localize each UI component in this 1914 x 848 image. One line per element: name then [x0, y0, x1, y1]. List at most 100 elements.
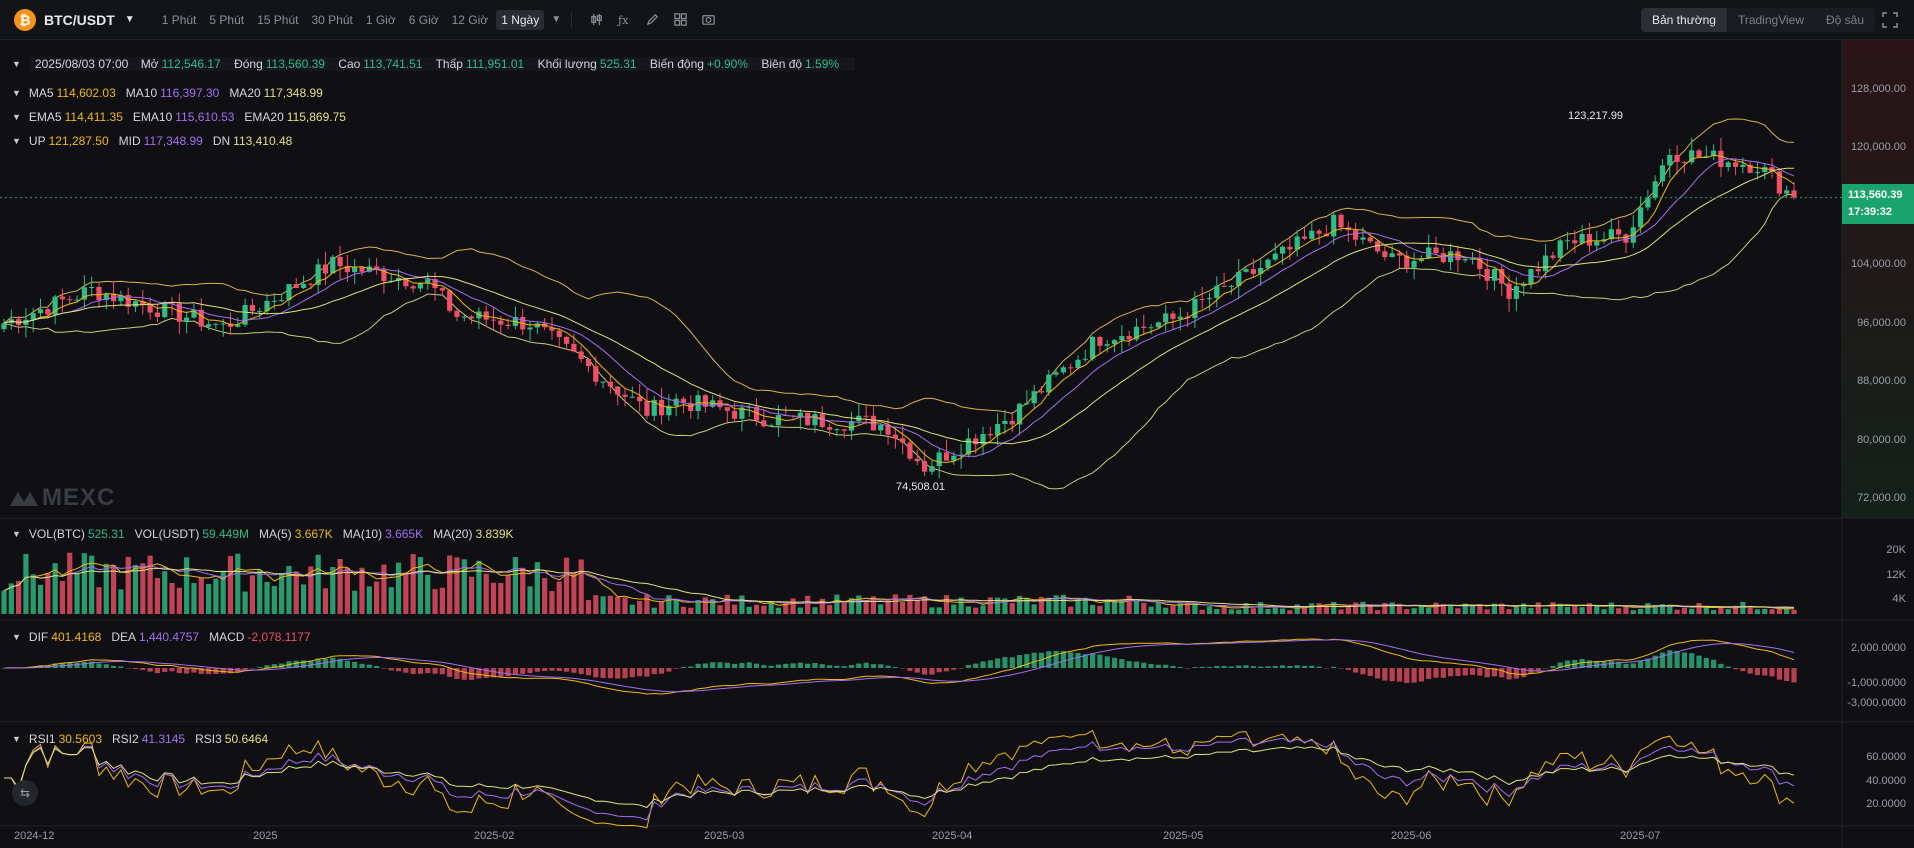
candle-body [673, 398, 679, 406]
macd-histogram-bar [1448, 668, 1454, 677]
volume-bar [1272, 607, 1278, 614]
volume-bar [826, 605, 833, 614]
volume-bar [59, 581, 66, 614]
price-tick: 72,000.00 [1857, 492, 1906, 504]
candle-body [1572, 240, 1578, 244]
rsi2-label: RSI2 [112, 732, 139, 746]
macd-histogram-bar [1024, 654, 1030, 668]
candle-body [921, 461, 928, 472]
volume-bar [352, 590, 358, 614]
indicator-settings-icon[interactable]: ⇆ [12, 780, 38, 806]
candle-body [483, 311, 489, 320]
candle-body [607, 381, 614, 387]
macd-histogram-bar [958, 668, 964, 669]
volume-bar [1703, 607, 1709, 614]
volume-bar [1353, 602, 1359, 614]
macd-histogram-bar [732, 663, 738, 668]
macd-histogram-bar [162, 668, 168, 672]
macd-histogram-bar [1221, 665, 1227, 668]
macd-histogram-bar [1703, 658, 1709, 668]
volume-bar [490, 582, 497, 614]
candlestick-chart[interactable] [0, 0, 1914, 848]
ema5-label: EMA5 [28, 110, 62, 124]
candle-body [1762, 167, 1768, 173]
macd-histogram-bar [995, 658, 1001, 668]
volume-bar [205, 584, 212, 614]
volume-bar [878, 604, 884, 614]
candle-body [615, 386, 621, 395]
volume-bar [863, 600, 869, 614]
macd-histogram-bar [542, 668, 548, 671]
volume-tick: 12K [1886, 569, 1906, 581]
ema-legend[interactable]: ▼ EMA5 114,411.35 EMA10 115,610.53 EMA20 11… [12, 107, 356, 127]
macd-histogram-bar [951, 668, 957, 670]
candle-body [308, 283, 314, 285]
volume-bar [1769, 609, 1775, 614]
volume-bar [812, 607, 818, 614]
ma-legend[interactable]: ▼ MA5 114,602.03 MA10 116,397.30 MA20 117,3… [12, 83, 333, 103]
vol-ma5-label: MA(5) [259, 527, 292, 541]
volume-bar [81, 553, 87, 614]
boll-legend[interactable]: ▼ UP 121,287.50 MID 117,348.99 DN 113,410.4… [12, 131, 302, 151]
macd-tick: 2,000.0000 [1850, 642, 1906, 654]
macd-histogram-bar [439, 668, 445, 675]
volume-bar [359, 567, 365, 614]
amplitude-value: 1.59% [805, 57, 840, 71]
volume-bar [45, 573, 51, 614]
macd-histogram-bar [1681, 652, 1688, 668]
macd-legend[interactable]: ▼ DIF 401.4168 DEA 1,440.4757 MACD -2,078.1… [12, 627, 321, 647]
candle-body [59, 296, 66, 300]
vol-usdt-label: VOL(USDT) [134, 527, 200, 541]
vol-ma20-label: MA(20) [433, 527, 473, 541]
rsi1-value: 30.5603 [58, 732, 102, 746]
volume-bar [1542, 608, 1549, 614]
volume-bar [607, 595, 614, 614]
candle-body [1484, 269, 1490, 281]
volume-bar [132, 564, 139, 614]
candle-body [812, 414, 818, 426]
volume-bar [1740, 601, 1746, 614]
high-label: Cao [338, 57, 361, 71]
candle-body [205, 324, 212, 327]
volume-bar [1133, 601, 1140, 614]
macd-histogram-bar [797, 662, 803, 668]
candle-body [1732, 162, 1739, 167]
candle-body [593, 366, 599, 382]
candle-body [1754, 172, 1761, 174]
low-label: Thấp [435, 57, 463, 71]
volume-bar [147, 555, 153, 614]
macd-histogram-bar [1630, 663, 1636, 668]
candle-body [1148, 327, 1154, 329]
open-label: Mở [140, 57, 159, 71]
macd-histogram-bar [1338, 668, 1344, 669]
macd-histogram-bar [607, 668, 614, 679]
macd-histogram-bar [615, 668, 621, 679]
low-value: 111,951.01 [465, 57, 525, 71]
ohlc-legend: ▼ 2025/08/03 07:00 Mở 112,546.17 Đóng 113,… [12, 54, 856, 74]
volume-bar [805, 595, 811, 614]
volume-bar [542, 578, 548, 614]
volume-bar [176, 587, 182, 614]
macd-histogram-bar [352, 661, 358, 668]
rsi-legend[interactable]: ▼ RSI1 30.5603 RSI2 41.3145 RSI3 50.6464 [12, 729, 278, 749]
macd-histogram-bar [512, 668, 519, 675]
volume-bar [96, 587, 102, 614]
volume-bar [666, 595, 672, 614]
candle-body [914, 458, 920, 462]
macd-histogram-bar [395, 668, 402, 672]
candle-body [724, 407, 730, 411]
volume-bar [257, 570, 263, 614]
macd-histogram-bar [578, 668, 584, 675]
volume-bar [637, 600, 643, 614]
volume-legend[interactable]: ▼ VOL(BTC) 525.31 VOL(USDT) 59.449M MA(5) 3… [12, 524, 524, 544]
macd-histogram-bar [1396, 668, 1403, 682]
price-tick: 104,000.00 [1850, 258, 1906, 270]
volume-bar [344, 568, 350, 614]
volume-bar [1126, 595, 1132, 614]
price-tick: 128,000.00 [1850, 83, 1906, 95]
macd-histogram-bar [432, 668, 438, 674]
macd-label: MACD [209, 630, 245, 644]
volume-bar [797, 607, 803, 614]
volume-bar [279, 572, 285, 614]
rsi2-value: 41.3145 [141, 732, 186, 746]
